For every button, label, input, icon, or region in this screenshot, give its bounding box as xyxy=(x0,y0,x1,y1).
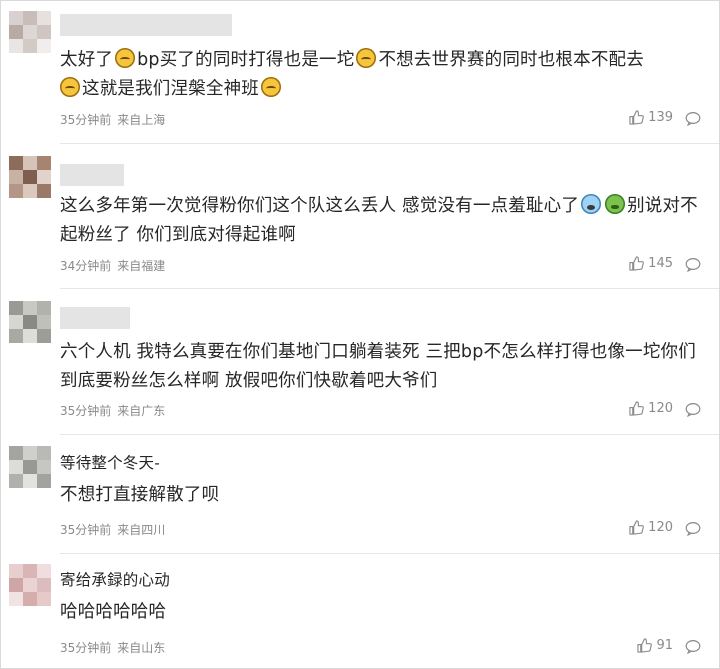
comment-meta: 35分钟前 来自上海 xyxy=(60,111,165,128)
sleeping-face-icon xyxy=(115,48,136,68)
comment-item: 寄给承録的心动 哈哈哈哈哈哈 35分钟前 来自山东 91 xyxy=(1,554,720,668)
sleeping-face-icon xyxy=(60,77,80,97)
location: 来自山东 xyxy=(117,641,166,655)
avatar[interactable] xyxy=(9,301,51,343)
comment-text: 哈哈哈哈哈哈 xyxy=(60,602,167,622)
comment-text: 这么多年第一次觉得粉你们这个队这么丢人 感觉没有一点羞耻心了 别说对不起粉丝了 你… xyxy=(60,194,698,245)
comment-list: 太好了 bp买了的同时打得也是一坨 不想去世界赛的同时也根本不配去 这就是我们涅槃全神… xyxy=(0,0,720,669)
like-count: 120 xyxy=(648,401,673,416)
comment-username[interactable]: 等待整个冬天- xyxy=(60,449,710,478)
like-count: 145 xyxy=(648,256,673,271)
username-redacted[interactable] xyxy=(60,307,130,329)
thumbs-up-icon xyxy=(629,401,645,416)
reply-icon[interactable] xyxy=(685,111,701,126)
avatar[interactable] xyxy=(9,156,51,198)
comment-text: 太好了 bp买了的同时打得也是一坨 不想去世界赛的同时也根本不配去 这就是我们涅槃全神… xyxy=(60,48,644,99)
nauseated-face-icon xyxy=(605,194,626,214)
thumbs-up-icon xyxy=(637,638,653,653)
cold-sweat-face-icon xyxy=(581,194,602,214)
like-count: 91 xyxy=(656,638,673,653)
location: 来自广东 xyxy=(117,404,166,418)
comment-item: 这么多年第一次觉得粉你们这个队这么丢人 感觉没有一点羞耻心了 别说对不起粉丝了 你… xyxy=(1,144,720,288)
reply-icon[interactable] xyxy=(685,521,701,536)
username-redacted[interactable] xyxy=(60,164,124,186)
like-button[interactable]: 120 xyxy=(629,401,673,416)
like-button[interactable]: 139 xyxy=(629,110,673,125)
comment-username[interactable]: 寄给承録的心动 xyxy=(60,566,710,595)
like-button[interactable]: 120 xyxy=(629,520,673,535)
reply-icon[interactable] xyxy=(685,402,701,417)
like-button[interactable]: 91 xyxy=(637,638,673,653)
avatar[interactable] xyxy=(9,564,51,606)
comment-text: 六个人机 我特么真要在你们基地门口躺着装死 三把bp不怎么样打得也像一坨你们到底… xyxy=(60,342,696,391)
timestamp: 35分钟前 xyxy=(60,641,112,655)
reply-icon[interactable] xyxy=(685,257,701,272)
avatar[interactable] xyxy=(9,11,51,53)
timestamp: 35分钟前 xyxy=(60,404,112,418)
thumbs-up-icon xyxy=(629,256,645,271)
comment-text: 不想打直接解散了呗 xyxy=(60,485,220,505)
like-count: 139 xyxy=(648,110,673,125)
thumbs-up-icon xyxy=(629,110,645,125)
like-button[interactable]: 145 xyxy=(629,256,673,271)
timestamp: 34分钟前 xyxy=(60,259,112,273)
thumbs-up-icon xyxy=(629,520,645,535)
location: 来自四川 xyxy=(117,523,166,537)
avatar[interactable] xyxy=(9,446,51,488)
username-redacted[interactable] xyxy=(60,14,232,36)
sleeping-face-icon xyxy=(356,48,377,68)
timestamp: 35分钟前 xyxy=(60,523,112,537)
comment-item: 等待整个冬天- 不想打直接解散了呗 35分钟前 来自四川 120 xyxy=(1,435,720,553)
comment-meta: 34分钟前 来自福建 xyxy=(60,257,165,274)
sleeping-face-icon xyxy=(261,77,281,97)
comment-meta: 35分钟前 来自四川 xyxy=(60,521,165,538)
comment-meta: 35分钟前 来自广东 xyxy=(60,402,165,419)
comment-meta: 35分钟前 来自山东 xyxy=(60,639,165,656)
location: 来自福建 xyxy=(117,259,166,273)
timestamp: 35分钟前 xyxy=(60,113,112,127)
comment-item: 六个人机 我特么真要在你们基地门口躺着装死 三把bp不怎么样打得也像一坨你们到底… xyxy=(1,289,720,434)
location: 来自上海 xyxy=(117,113,166,127)
like-count: 120 xyxy=(648,520,673,535)
reply-icon[interactable] xyxy=(685,639,701,654)
comment-item: 太好了 bp买了的同时打得也是一坨 不想去世界赛的同时也根本不配去 这就是我们涅槃全神… xyxy=(1,1,720,143)
